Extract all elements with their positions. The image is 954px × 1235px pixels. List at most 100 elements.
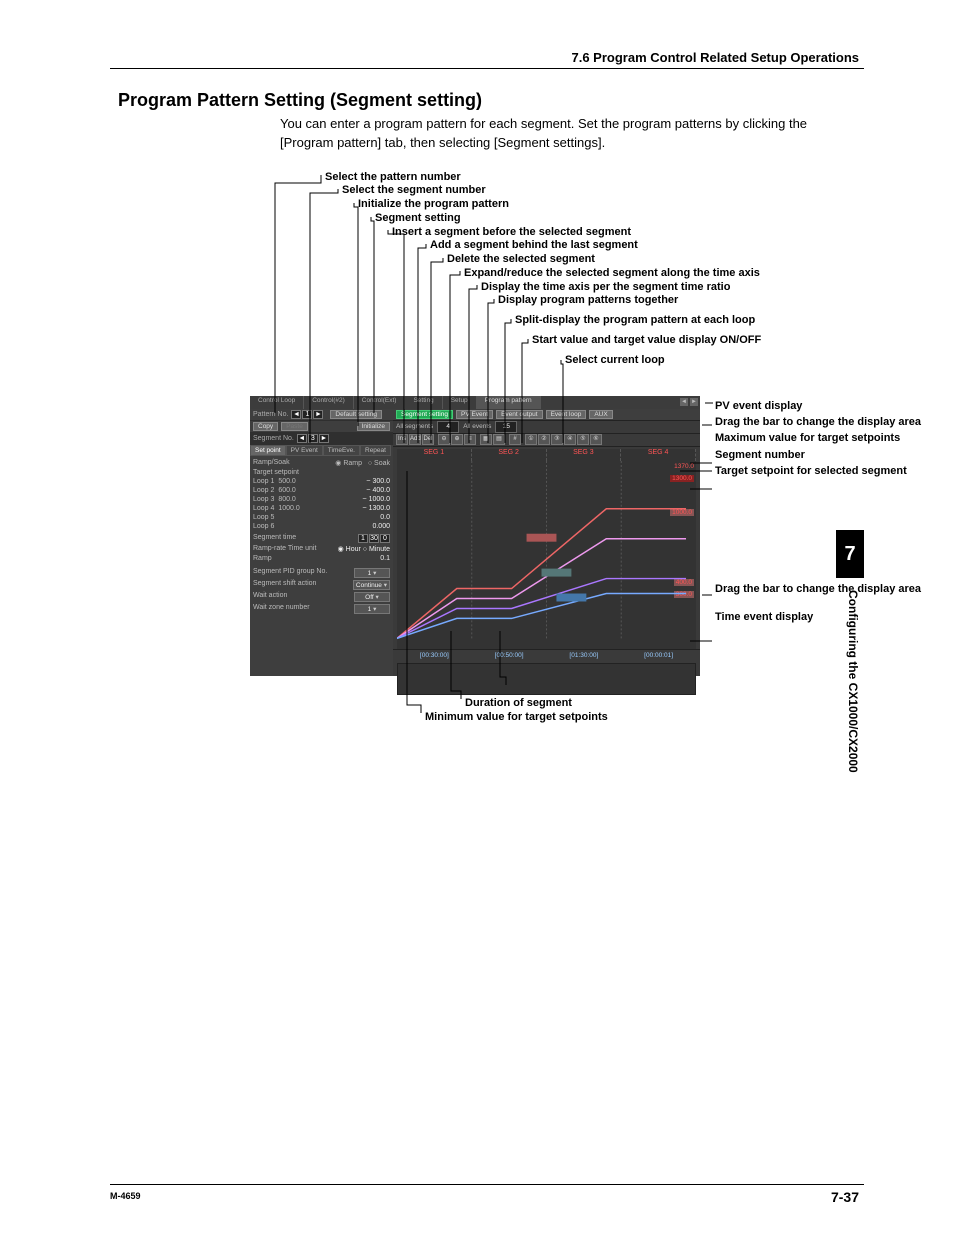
chapter-thumb-text: Configuring the CX1000/CX2000 bbox=[846, 590, 860, 773]
loop-target-value: 0.0 bbox=[380, 514, 390, 521]
callout-label: Minimum value for target setpoints bbox=[425, 710, 810, 725]
callout-label: Split-display the program pattern at eac… bbox=[515, 314, 850, 328]
time-tick: [00:00:01] bbox=[644, 652, 673, 659]
rule-top bbox=[110, 68, 864, 69]
split-icon[interactable]: ▤ bbox=[493, 434, 505, 445]
sidetab-repeat[interactable]: Repeat bbox=[360, 445, 391, 456]
tab-nav-prev-icon[interactable]: ◄ bbox=[680, 398, 688, 406]
copy-button[interactable]: Copy bbox=[253, 422, 278, 431]
soak-radio-label: Soak bbox=[374, 460, 390, 467]
default-setting-button[interactable]: Default setting bbox=[330, 410, 382, 419]
add-button[interactable]: Add bbox=[409, 434, 421, 445]
plot-svg bbox=[397, 449, 696, 648]
waitzone-label: Wait zone number bbox=[253, 604, 310, 614]
loop-select-icon[interactable]: ② bbox=[538, 434, 550, 445]
ramp-radio[interactable]: ◉ Ramp bbox=[335, 460, 362, 467]
pvevent-tab-button[interactable]: PV Event bbox=[456, 410, 493, 419]
spinner-dec-icon[interactable]: ◄ bbox=[291, 410, 301, 419]
target-setpoint-label: Target setpoint bbox=[253, 469, 299, 476]
hour-radio-label: Hour bbox=[346, 546, 361, 553]
canvas-toolbar: All segments All events bbox=[393, 421, 700, 434]
time-tick: [00:50:00] bbox=[495, 652, 524, 659]
callout-label: Segment setting bbox=[375, 212, 850, 226]
callout-label: Insert a segment before the selected seg… bbox=[392, 226, 850, 240]
loop-select-icon[interactable]: ④ bbox=[564, 434, 576, 445]
shift-label: Segment shift action bbox=[253, 580, 316, 590]
allseg-input[interactable] bbox=[437, 421, 459, 433]
callout-label: Initialize the program pattern bbox=[358, 198, 850, 212]
segtime-h[interactable]: 1 bbox=[358, 534, 368, 543]
eventloop-tab-button[interactable]: Event loop bbox=[546, 410, 587, 419]
values-toggle-icon[interactable]: # bbox=[509, 434, 521, 445]
spinner-inc-icon[interactable]: ► bbox=[319, 434, 329, 443]
spinner-dec-icon[interactable]: ◄ bbox=[297, 434, 307, 443]
paste-button[interactable]: Paste bbox=[281, 422, 308, 431]
ramp-timeunit-label: Ramp-rate Time unit bbox=[253, 545, 316, 553]
loop-target-value[interactable]: 1000.0 bbox=[369, 496, 390, 503]
minute-radio[interactable]: ○ Minute bbox=[363, 546, 390, 553]
rampsoak-label: Ramp/Soak bbox=[253, 459, 290, 467]
program-pattern-window: Control Loop Control(#2) Control(Ext) Se… bbox=[250, 396, 700, 676]
tab-setup[interactable]: Setup bbox=[443, 396, 477, 409]
initialize-button[interactable]: Initialize bbox=[357, 422, 390, 431]
sidetab-pvevent[interactable]: PV Event bbox=[286, 445, 323, 456]
loop-select-icon[interactable]: ③ bbox=[551, 434, 563, 445]
tab-control-loop[interactable]: Control Loop bbox=[250, 396, 304, 409]
tab-control2[interactable]: Control(#2) bbox=[304, 396, 354, 409]
segment-time-label: Segment time bbox=[253, 534, 296, 543]
segment-setting-button[interactable]: Segment setting bbox=[396, 410, 453, 419]
callout-label: Select the segment number bbox=[342, 184, 850, 198]
wait-dropdown[interactable]: Off bbox=[354, 592, 390, 602]
callout-label: Display the time axis per the segment ti… bbox=[481, 281, 850, 295]
running-header: 7.6 Program Control Related Setup Operat… bbox=[572, 50, 860, 65]
top-tab-bar: Control Loop Control(#2) Control(Ext) Se… bbox=[250, 396, 700, 410]
hour-radio[interactable]: ◉ Hour bbox=[338, 546, 361, 553]
loop-select-icon: ⑤ bbox=[577, 434, 589, 445]
insert-button[interactable]: Ins bbox=[396, 434, 408, 445]
segment-time-field[interactable]: 1 30 0 bbox=[358, 534, 390, 543]
tab-program-pattern[interactable]: Program pattern bbox=[477, 396, 541, 409]
segment-no-spinner[interactable]: ◄ 3 ► bbox=[297, 434, 329, 443]
allevt-input[interactable] bbox=[495, 421, 517, 433]
callout-label: Select current loop bbox=[565, 354, 850, 368]
loop-label: Loop 1 500.0 bbox=[253, 478, 296, 485]
soak-radio[interactable]: ○ Soak bbox=[368, 460, 390, 467]
pattern-no-spinner[interactable]: ◄ 1 ► bbox=[291, 410, 323, 419]
time-ratio-icon[interactable]: ≡ bbox=[464, 434, 476, 445]
pattern-no-value: 1 bbox=[302, 410, 312, 419]
loop-target-value[interactable]: 300.0 bbox=[372, 478, 390, 485]
zoom-out-icon[interactable]: ⊖ bbox=[438, 434, 450, 445]
callout-label: Maximum value for target setpoints bbox=[715, 431, 945, 445]
time-event-area[interactable] bbox=[397, 663, 696, 695]
callout-label: Duration of segment bbox=[465, 696, 810, 711]
zoom-in-icon[interactable]: ⊕ bbox=[451, 434, 463, 445]
loop-select-icon: ⑥ bbox=[590, 434, 602, 445]
together-icon[interactable]: ▦ bbox=[480, 434, 492, 445]
pattern-no-label: Pattern No. bbox=[253, 411, 288, 418]
loop-target-value[interactable]: 1300.0 bbox=[369, 505, 390, 512]
pidgrp-dropdown[interactable]: 1 bbox=[354, 568, 390, 578]
sidetab-timeevent[interactable]: TimeEve. bbox=[323, 445, 360, 456]
sidetab-setpoint[interactable]: Set point bbox=[250, 445, 286, 456]
intro-paragraph: You can enter a program pattern for each… bbox=[280, 115, 864, 153]
segtime-s[interactable]: 0 bbox=[380, 534, 390, 543]
loop-select-icon[interactable]: ① bbox=[525, 434, 537, 445]
aux-tab-button[interactable]: AUX bbox=[589, 410, 612, 419]
loop-label: Loop 2 600.0 bbox=[253, 487, 296, 494]
delete-button[interactable]: Del bbox=[422, 434, 434, 445]
loop-label: Loop 4 1000.0 bbox=[253, 505, 300, 512]
loop-target-value[interactable]: 400.0 bbox=[372, 487, 390, 494]
loop-label: Loop 3 800.0 bbox=[253, 496, 296, 503]
pattern-plot[interactable]: SEG 1 SEG 2 SEG 3 SEG 4 1370.0 1300.0 10… bbox=[397, 449, 696, 649]
spinner-inc-icon[interactable]: ► bbox=[313, 410, 323, 419]
waitzone-dropdown[interactable]: 1 bbox=[354, 604, 390, 614]
tab-setting[interactable]: Setting bbox=[405, 396, 442, 409]
canvas-toolbar2: Ins Add Del ⊖ ⊕ ≡ ▦ ▤ # bbox=[393, 434, 700, 447]
time-tick: [00:30:00] bbox=[420, 652, 449, 659]
shift-dropdown[interactable]: Continue bbox=[353, 580, 390, 590]
callout-label: Segment number bbox=[715, 448, 945, 462]
tab-nav-next-icon[interactable]: ► bbox=[690, 398, 698, 406]
eventout-tab-button[interactable]: Event output bbox=[496, 410, 543, 419]
tab-control-ext[interactable]: Control(Ext) bbox=[354, 396, 406, 409]
segtime-m[interactable]: 30 bbox=[369, 534, 379, 543]
